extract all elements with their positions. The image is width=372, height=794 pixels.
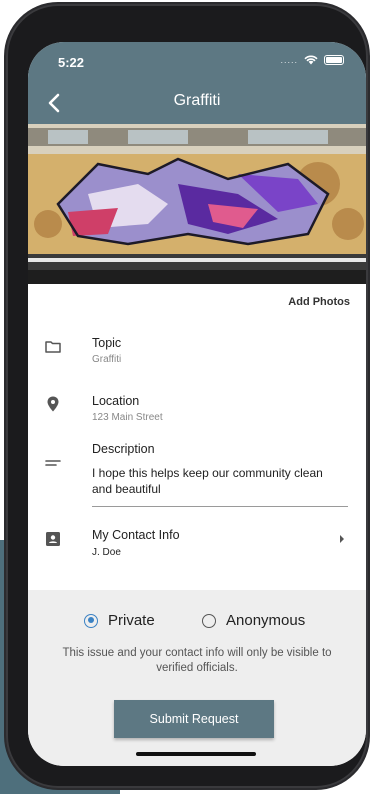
- location-pin-icon: [47, 396, 59, 412]
- privacy-notice: This issue and your contact info will on…: [62, 647, 332, 674]
- description-input[interactable]: I hope this helps keep our community cle…: [92, 465, 342, 497]
- radio-anonymous-indicator: [202, 613, 216, 628]
- photo-image: [28, 124, 366, 284]
- topic-value: Graffiti: [92, 354, 122, 365]
- add-photos-button[interactable]: Add Photos: [288, 296, 350, 308]
- topic-label: Topic: [92, 336, 122, 350]
- radio-anonymous-label: Anonymous: [226, 612, 306, 629]
- location-label: Location: [92, 394, 140, 408]
- description-field[interactable]: Description I hope this helps keep our c…: [28, 440, 366, 510]
- submit-request-button[interactable]: Submit Request: [114, 700, 274, 738]
- description-label: Description: [92, 442, 155, 456]
- description-underline: [92, 506, 348, 507]
- radio-private-label: Private: [108, 612, 155, 629]
- status-time: 5:22: [58, 55, 85, 70]
- location-field[interactable]: Location 123 Main Street: [28, 390, 366, 430]
- privacy-panel: Private Anonymous This issue and your co…: [28, 590, 366, 766]
- contact-info-field[interactable]: My Contact Info J. Doe: [28, 526, 366, 566]
- wifi-icon: [304, 55, 318, 65]
- contact-card-icon: [46, 532, 60, 546]
- contact-info-label: My Contact Info: [92, 528, 180, 542]
- notes-icon: [45, 460, 61, 466]
- phone-screen: 5:22 ..... Graffiti Add Photos Topic Gra…: [28, 42, 366, 766]
- chevron-right-icon: [340, 535, 344, 543]
- phone-frame: 5:22 ..... Graffiti Add Photos Topic Gra…: [6, 4, 368, 788]
- folder-icon: [45, 341, 61, 353]
- radio-private-indicator: [84, 613, 98, 628]
- page-title: Graffiti: [173, 92, 221, 109]
- signal-dots: .....: [280, 55, 298, 65]
- privacy-options: Private Anonymous: [28, 612, 366, 634]
- topic-field[interactable]: Topic Graffiti: [28, 332, 366, 372]
- battery-icon: [324, 55, 344, 65]
- location-value: 123 Main Street: [92, 412, 163, 423]
- radio-anonymous[interactable]: Anonymous: [202, 612, 305, 629]
- graffiti-photo[interactable]: [28, 124, 366, 284]
- radio-private[interactable]: Private: [84, 612, 155, 629]
- home-indicator: [136, 752, 256, 756]
- contact-name-value: J. Doe: [92, 547, 121, 558]
- status-icons: .....: [280, 55, 344, 65]
- app-bar: 5:22 ..... Graffiti: [28, 42, 366, 124]
